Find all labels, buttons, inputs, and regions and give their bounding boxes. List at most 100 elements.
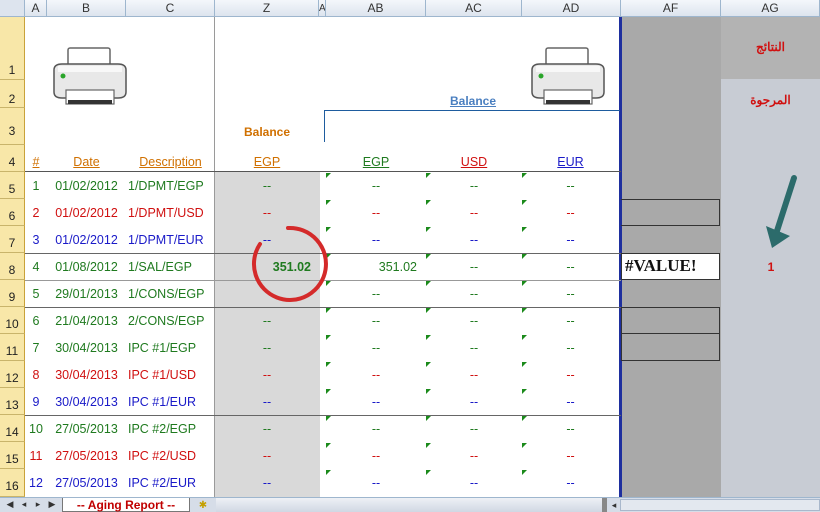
row-header-12[interactable]: 12 [0, 361, 25, 388]
balance-header-top: Balance [449, 94, 497, 108]
row-header-7[interactable]: 7 [0, 226, 25, 253]
arabic-expected-text: المرجوة [750, 93, 791, 107]
af-cell[interactable] [621, 307, 720, 334]
af-cell[interactable] [621, 334, 720, 361]
tab-split-handle[interactable] [602, 498, 607, 512]
error-indicator-icon[interactable] [426, 335, 431, 340]
row-header-11[interactable]: 11 [0, 334, 25, 361]
row-header-16[interactable]: 16 [0, 469, 25, 497]
error-indicator-icon[interactable] [426, 362, 431, 367]
sheet-tab-aging-report[interactable]: -- Aging Report -- [62, 498, 190, 512]
column-header-c[interactable]: C [126, 0, 215, 17]
select-all-corner[interactable] [0, 0, 25, 17]
header-egp-z: EGP [253, 155, 281, 169]
error-indicator-icon[interactable] [426, 416, 431, 421]
row-header-2[interactable]: 2 [0, 80, 25, 108]
row-header-15[interactable]: 15 [0, 442, 25, 469]
error-indicator-icon[interactable] [522, 281, 527, 286]
af-cell[interactable] [621, 199, 720, 226]
row-number: 3 [32, 233, 40, 247]
error-indicator-icon[interactable] [522, 470, 527, 475]
group-separator [25, 307, 621, 308]
error-indicator-icon[interactable] [522, 416, 527, 421]
row-egp: -- [371, 179, 381, 193]
error-indicator-icon[interactable] [522, 308, 527, 313]
column-header-ab[interactable]: AB [326, 0, 426, 17]
error-indicator-icon[interactable] [522, 335, 527, 340]
error-indicator-icon[interactable] [426, 200, 431, 205]
error-indicator-icon[interactable] [522, 389, 527, 394]
header-eur: EUR [557, 155, 584, 169]
error-indicator-icon[interactable] [426, 254, 431, 259]
first-sheet-button[interactable]: ◀ [4, 498, 16, 511]
error-indicator-icon[interactable] [326, 443, 331, 448]
column-header-ad[interactable]: AD [522, 0, 621, 17]
row-eur: -- [566, 179, 575, 193]
error-indicator-icon[interactable] [326, 173, 331, 178]
row-header-5[interactable]: 5 [0, 172, 25, 199]
row-number: 2 [32, 206, 40, 220]
last-sheet-button[interactable]: ▶ [46, 498, 58, 511]
row-number: 6 [32, 314, 40, 328]
error-indicator-icon[interactable] [426, 281, 431, 286]
row-header-9[interactable]: 9 [0, 280, 25, 307]
error-indicator-icon[interactable] [426, 308, 431, 313]
row-header-4[interactable]: 4 [0, 145, 25, 172]
row-header-8[interactable]: 8 [0, 253, 25, 280]
header-usd: USD [460, 155, 488, 169]
row-eur: -- [566, 314, 575, 328]
error-indicator-icon[interactable] [326, 470, 331, 475]
column-header-aa[interactable]: A [319, 0, 326, 17]
row-header-3[interactable]: 3 [0, 108, 25, 145]
column-header-ag[interactable]: AG [721, 0, 820, 17]
scroll-left-icon[interactable]: ◂ [608, 498, 620, 512]
error-indicator-icon[interactable] [522, 254, 527, 259]
column-header-z[interactable]: Z [215, 0, 319, 17]
next-sheet-button[interactable]: ▸ [32, 498, 44, 511]
row-header-1[interactable]: 1 [0, 17, 25, 80]
error-indicator-icon[interactable] [426, 389, 431, 394]
row-header-14[interactable]: 14 [0, 415, 25, 442]
printer-icon[interactable] [48, 46, 132, 108]
column-header-b[interactable]: B [47, 0, 126, 17]
error-indicator-icon[interactable] [326, 389, 331, 394]
row-usd: -- [469, 449, 479, 463]
row-eur: -- [566, 341, 575, 355]
error-indicator-icon[interactable] [326, 335, 331, 340]
column-header-a[interactable]: A [25, 0, 47, 17]
error-indicator-icon[interactable] [522, 173, 527, 178]
tab-split-area [216, 498, 602, 512]
error-indicator-icon[interactable] [326, 200, 331, 205]
error-indicator-icon[interactable] [326, 362, 331, 367]
row-header-6[interactable]: 6 [0, 199, 25, 226]
row-egp: -- [371, 449, 381, 463]
error-indicator-icon[interactable] [326, 308, 331, 313]
row-eur: -- [566, 260, 575, 274]
row-z-balance: -- [262, 422, 272, 436]
row-usd: -- [469, 395, 479, 409]
horizontal-scrollbar[interactable] [620, 499, 820, 511]
printer-icon-right[interactable] [526, 46, 610, 108]
error-indicator-icon[interactable] [426, 470, 431, 475]
row-date: 30/04/2013 [55, 395, 118, 409]
row-z-balance: -- [262, 395, 272, 409]
error-value: #VALUE! [625, 256, 697, 275]
error-indicator-icon[interactable] [522, 443, 527, 448]
row-date: 01/08/2012 [55, 260, 118, 274]
error-indicator-icon[interactable] [522, 227, 527, 232]
error-indicator-icon[interactable] [426, 443, 431, 448]
prev-sheet-button[interactable]: ◂ [18, 498, 30, 511]
row-date: 01/02/2012 [55, 233, 118, 247]
row-date: 30/04/2013 [55, 341, 118, 355]
error-indicator-icon[interactable] [522, 200, 527, 205]
insert-sheet-icon[interactable]: ✱ [192, 499, 214, 512]
row-header-13[interactable]: 13 [0, 388, 25, 415]
error-indicator-icon[interactable] [426, 173, 431, 178]
column-header-ac[interactable]: AC [426, 0, 522, 17]
column-header-af[interactable]: AF [621, 0, 721, 17]
error-indicator-icon[interactable] [522, 362, 527, 367]
row-header-10[interactable]: 10 [0, 307, 25, 334]
error-indicator-icon[interactable] [426, 227, 431, 232]
error-indicator-icon[interactable] [326, 416, 331, 421]
row-egp: -- [371, 206, 381, 220]
